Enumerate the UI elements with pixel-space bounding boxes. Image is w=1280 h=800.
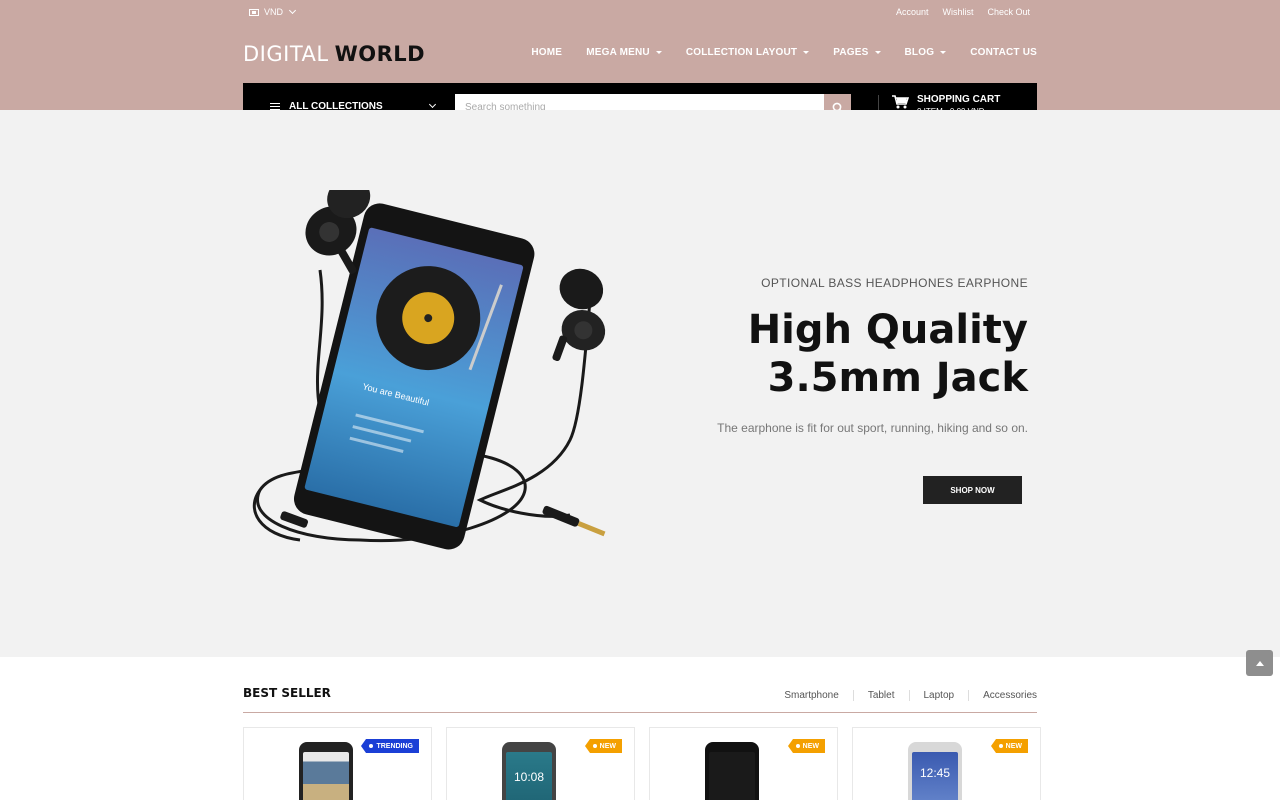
product-image — [705, 742, 759, 800]
product-card[interactable]: 10:08 NEW — [446, 727, 635, 800]
hero-banner: You are Beautiful OPTIONAL BASS HEADPHON… — [0, 110, 1280, 657]
hero-title: High Quality 3.5mm Jack — [748, 306, 1028, 402]
nav-mega-menu-label: MEGA MENU — [586, 47, 650, 58]
checkout-link[interactable]: Check Out — [987, 7, 1030, 17]
currency-label: VND — [264, 7, 284, 17]
trending-badge: TRENDING — [361, 739, 419, 753]
nav-home[interactable]: HOME — [531, 47, 562, 58]
logo-part1: DIGITAL — [243, 42, 329, 66]
cart-icon — [892, 95, 909, 109]
nav-contact-us[interactable]: CONTACT US — [970, 47, 1037, 58]
logo-part2: WORLD — [334, 42, 426, 66]
back-to-top-button[interactable] — [1246, 650, 1273, 676]
tab-tablet[interactable]: Tablet — [852, 690, 895, 701]
caret-down-icon — [940, 51, 947, 54]
caret-down-icon — [874, 51, 881, 54]
product-screen-time: 10:08 — [506, 752, 552, 800]
nav-collection-layout-label: COLLECTION LAYOUT — [685, 47, 798, 58]
nav-blog-label: BLOG — [904, 47, 935, 58]
nav-pages-label: PAGES — [833, 47, 869, 58]
product-card[interactable]: 12:45 NEW — [852, 727, 1041, 800]
best-seller-tabs: Smartphone Tablet Laptop Accessories — [784, 690, 1037, 701]
tab-accessories[interactable]: Accessories — [968, 690, 1037, 701]
nav-contact-us-label: CONTACT US — [970, 47, 1037, 58]
new-badge: NEW — [584, 739, 622, 753]
section-divider — [243, 712, 1037, 713]
product-card[interactable]: NEW — [649, 727, 838, 800]
caret-down-icon — [655, 51, 662, 54]
cart-title: SHOPPING CART — [917, 94, 1001, 105]
currency-selector[interactable]: VND — [249, 6, 297, 17]
product-screen-time: 12:45 — [912, 752, 958, 800]
product-image: 10:08 — [502, 742, 556, 800]
nav-mega-menu[interactable]: MEGA MENU — [586, 47, 662, 58]
chevron-down-icon — [428, 100, 437, 109]
site-logo[interactable]: DIGITAL WORLD — [243, 42, 425, 66]
product-image — [299, 742, 353, 800]
new-badge: NEW — [787, 739, 825, 753]
hero-title-line1: High Quality — [747, 307, 1028, 353]
shop-now-button[interactable]: SHOP NOW — [923, 476, 1022, 504]
product-card[interactable]: TRENDING — [243, 727, 432, 800]
best-seller-title: BEST SELLER — [243, 686, 331, 700]
tab-smartphone[interactable]: Smartphone — [784, 690, 838, 701]
account-link[interactable]: Account — [896, 7, 929, 17]
hero-description: The earphone is fit for out sport, runni… — [717, 421, 1028, 435]
caret-down-icon — [803, 51, 810, 54]
tab-laptop[interactable]: Laptop — [908, 690, 954, 701]
wishlist-link[interactable]: Wishlist — [942, 7, 973, 17]
nav-collection-layout[interactable]: COLLECTION LAYOUT — [685, 47, 810, 58]
earphone-phone-image: You are Beautiful — [252, 190, 606, 550]
nav-blog[interactable]: BLOG — [905, 47, 947, 58]
hero-subtitle: OPTIONAL BASS HEADPHONES EARPHONE — [761, 276, 1028, 290]
nav-pages[interactable]: PAGES — [833, 47, 881, 58]
hero-title-line2: 3.5mm Jack — [767, 355, 1028, 401]
nav-home-label: HOME — [531, 47, 563, 58]
product-image: 12:45 — [908, 742, 962, 800]
account-links: Account Wishlist Check Out — [896, 7, 1030, 17]
product-grid: TRENDING 10:08 NEW NEW 12:45 NEW — [243, 727, 1041, 800]
main-nav: HOME MEGA MENU COLLECTION LAYOUT PAGES B… — [507, 47, 1037, 58]
chevron-down-icon — [288, 6, 297, 15]
new-badge: NEW — [990, 739, 1028, 753]
flag-icon — [249, 8, 259, 16]
